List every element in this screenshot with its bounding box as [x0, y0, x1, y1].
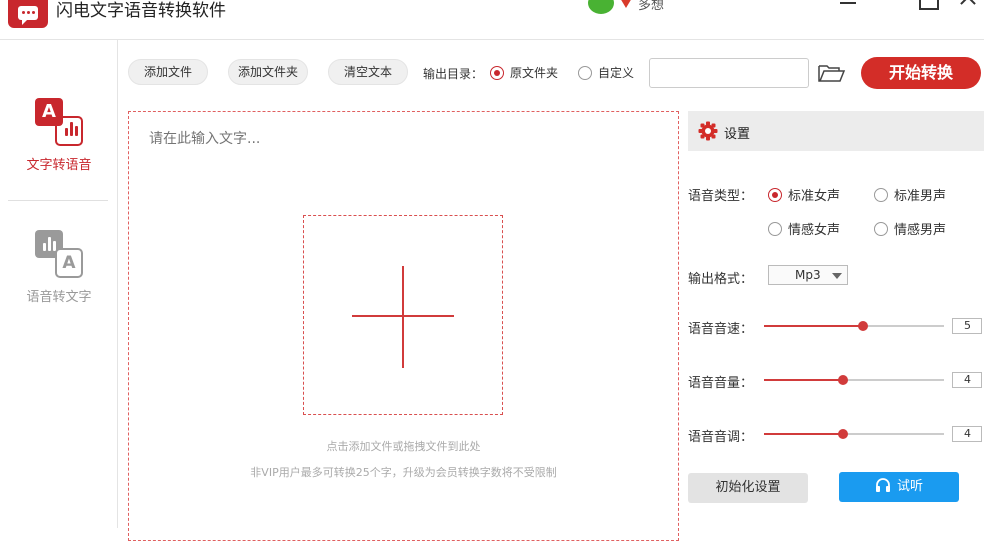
radio-label: 自定义	[598, 66, 635, 80]
vip-diamond-icon	[620, 0, 632, 8]
add-file-button[interactable]: 添加文件	[128, 59, 208, 85]
title-bar: 闪电文字语音转换软件 多想	[0, 0, 984, 40]
start-convert-button[interactable]: 开始转换	[861, 57, 981, 89]
radio-unselected-icon	[578, 65, 592, 80]
radio-label: 原文件夹	[510, 66, 559, 80]
add-folder-button[interactable]: 添加文件夹	[228, 59, 308, 85]
maximize-button[interactable]	[916, 0, 940, 10]
volume-slider[interactable]	[764, 374, 944, 386]
voice-type-label: 语音类型：	[688, 189, 754, 204]
slider-handle[interactable]	[838, 375, 849, 385]
user-area[interactable]: 多想	[588, 0, 664, 14]
settings-header: 设置	[688, 111, 984, 151]
sidebar-item-text-to-speech[interactable]: A 文字转语音	[0, 98, 118, 173]
chevron-down-icon	[832, 273, 842, 279]
headphones-icon	[875, 478, 890, 492]
settings-title: 设置	[724, 127, 751, 142]
speed-value[interactable]: 5	[952, 318, 982, 334]
output-dir-label: 输出目录：	[423, 67, 484, 81]
slider-handle[interactable]	[838, 429, 849, 439]
radio-unselected-icon	[874, 187, 888, 202]
slider-handle[interactable]	[858, 321, 868, 331]
sidebar-item-label: 文字转语音	[26, 158, 92, 173]
radio-label: 情感女声	[788, 223, 841, 238]
output-format-label: 输出格式：	[688, 272, 754, 287]
text-to-speech-icon: A	[35, 98, 83, 146]
drop-hint: 点击添加文件或拖拽文件到此处	[326, 440, 481, 453]
app-logo-icon	[8, 0, 48, 28]
output-source-folder-radio[interactable]: 原文件夹	[490, 64, 558, 81]
sidebar-item-speech-to-text[interactable]: A 语音转文字	[0, 230, 118, 305]
radio-unselected-icon	[768, 221, 782, 236]
voice-standard-female-radio[interactable]: 标准女声	[768, 185, 840, 204]
radio-label: 标准女声	[788, 189, 841, 204]
voice-standard-male-radio[interactable]: 标准男声	[874, 185, 946, 204]
speed-slider[interactable]	[764, 320, 944, 332]
speed-label: 语音音速：	[688, 322, 754, 337]
output-format-select[interactable]: Mp3	[768, 265, 848, 285]
radio-unselected-icon	[874, 221, 888, 236]
radio-label: 情感男声	[894, 223, 947, 238]
minimize-button[interactable]	[836, 0, 860, 10]
gear-icon	[698, 121, 718, 141]
radio-selected-icon	[768, 187, 782, 202]
file-drop-zone[interactable]	[303, 215, 503, 415]
preview-label: 试听	[896, 479, 923, 494]
speech-to-text-icon: A	[35, 230, 83, 278]
clear-text-button[interactable]: 清空文本	[328, 59, 408, 85]
folder-open-icon[interactable]	[818, 63, 846, 83]
format-value: Mp3	[795, 268, 821, 282]
wechat-avatar-icon	[588, 0, 614, 14]
pitch-slider[interactable]	[764, 428, 944, 440]
radio-selected-icon	[490, 65, 504, 80]
volume-value[interactable]: 4	[952, 372, 982, 388]
text-editor-area[interactable]: 点击添加文件或拖拽文件到此处 非VIP用户最多可转换25个字，升级为会员转换字数…	[128, 111, 679, 541]
sidebar: A 文字转语音 A 语音转文字	[0, 40, 118, 528]
preview-listen-button[interactable]: 试听	[839, 472, 959, 502]
pitch-value[interactable]: 4	[952, 426, 982, 442]
user-name: 多想	[638, 0, 665, 13]
voice-emotional-male-radio[interactable]: 情感男声	[874, 219, 946, 238]
radio-label: 标准男声	[894, 189, 947, 204]
voice-emotional-female-radio[interactable]: 情感女声	[768, 219, 840, 238]
pitch-label: 语音音调：	[688, 430, 754, 445]
reset-settings-button[interactable]: 初始化设置	[688, 473, 808, 503]
sidebar-item-label: 语音转文字	[26, 290, 92, 305]
text-input[interactable]	[129, 112, 678, 192]
custom-path-input[interactable]	[649, 58, 809, 88]
volume-label: 语音音量：	[688, 376, 754, 391]
sidebar-divider	[8, 200, 108, 201]
vip-limit-hint: 非VIP用户最多可转换25个字，升级为会员转换字数将不受限制	[250, 466, 557, 479]
close-button[interactable]	[956, 0, 980, 10]
output-custom-radio[interactable]: 自定义	[578, 64, 634, 81]
app-title: 闪电文字语音转换软件	[56, 1, 226, 21]
